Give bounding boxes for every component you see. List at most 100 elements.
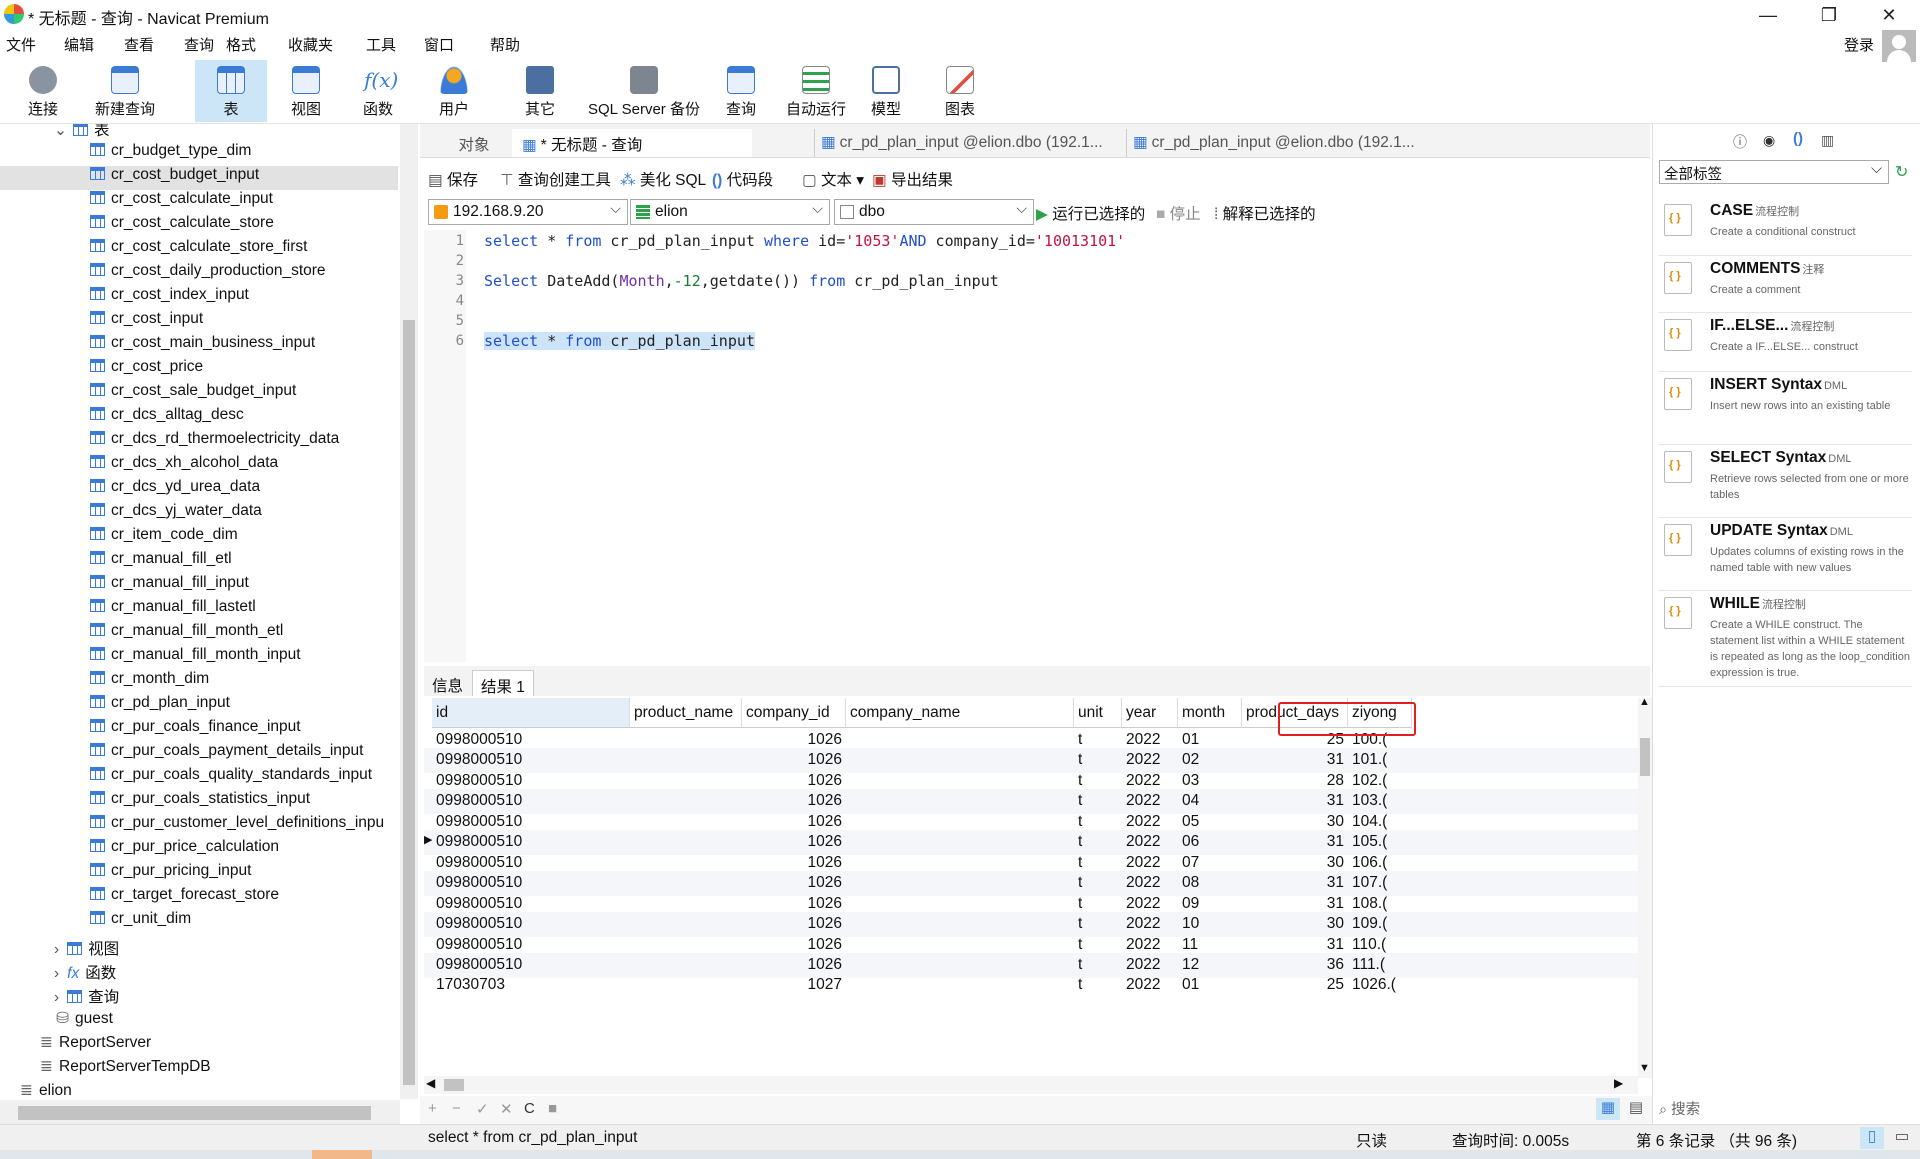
snippet-item[interactable]: CASE流程控制 Create a conditional construct (1658, 198, 1912, 256)
tree-table-item[interactable]: cr_manual_fill_input (90, 574, 249, 598)
snippet-item[interactable]: WHILE流程控制 Create a WHILE construct. The s… (1658, 591, 1912, 687)
tree-table-item[interactable]: cr_cost_sale_budget_input (90, 382, 296, 406)
table-cell[interactable]: 01 (1182, 973, 1242, 998)
table-cell[interactable]: 25 (1246, 973, 1348, 998)
snippet-item[interactable]: SELECT SyntaxDML Retrieve rows selected f… (1658, 445, 1912, 518)
tree-table-item[interactable]: cr_target_forecast_store (90, 886, 279, 910)
toolbar-user-button[interactable]: 用户 (424, 60, 484, 122)
code-line[interactable]: select * from cr_pd_plan_input where id=… (484, 232, 1125, 250)
tree-table-item[interactable]: cr_budget_type_dim (90, 142, 251, 166)
tree-table-item[interactable]: cr_pur_coals_finance_input (90, 718, 301, 742)
scroll-left-icon[interactable]: ◀ (426, 1076, 435, 1090)
table-cell[interactable] (850, 973, 1074, 998)
tree-table-item[interactable]: cr_month_dim (90, 670, 209, 694)
tree-tables-node[interactable]: ⌄ 表 (54, 124, 110, 142)
tree-table-item[interactable]: cr_manual_fill_month_input (90, 646, 301, 670)
snippet-search-input[interactable]: ⌕ 搜索 (1659, 1098, 1909, 1120)
table-cell[interactable] (634, 973, 742, 998)
tab-table-2[interactable]: ▦ cr_pd_plan_input @elion.dbo (192.1... (1126, 129, 1426, 157)
tree-table-item[interactable]: cr_cost_input (90, 310, 203, 334)
menu-query[interactable]: 查询 (184, 34, 214, 55)
add-record-button[interactable]: + (428, 1100, 437, 1117)
preview-icon[interactable]: ◉ (1763, 132, 1775, 149)
code-snippet-button[interactable]: () 代码段 (712, 168, 773, 190)
server-select[interactable]: 192.168.9.20 (428, 199, 628, 225)
tree-table-item[interactable]: cr_dcs_yj_water_data (90, 502, 262, 526)
scrollbar-thumb[interactable] (403, 320, 415, 1085)
snippet-filter-select[interactable]: 全部标签 ⌵ (1659, 160, 1889, 184)
snippet-item[interactable]: IF...ELSE...流程控制 Create a IF...ELSE... co… (1658, 313, 1912, 372)
tab-objects[interactable]: 对象 (434, 129, 514, 157)
tree-table-item[interactable]: cr_pur_coals_quality_standards_input (90, 766, 372, 790)
minimize-icon[interactable]: — (1745, 2, 1791, 28)
tree-table-item[interactable]: cr_manual_fill_month_etl (90, 622, 283, 646)
column-header-id[interactable]: id (432, 698, 630, 728)
grid-horizontal-scrollbar[interactable]: ◀ ▶ (424, 1076, 1638, 1094)
query-builder-button[interactable]: ⊤ 查询创建工具 (500, 168, 611, 190)
menu-edit[interactable]: 编辑 (64, 34, 94, 55)
snippet-item[interactable]: INSERT SyntaxDML Insert new rows into an … (1658, 372, 1912, 445)
tree-schema-node[interactable]: ⛁ guest (56, 1009, 113, 1033)
layout-icon[interactable]: ▥ (1821, 132, 1834, 149)
save-button[interactable]: ▤ 保存 (428, 168, 478, 190)
database-select[interactable]: elion (630, 199, 830, 225)
tree-table-item[interactable]: cr_pur_coals_payment_details_input (90, 742, 363, 766)
text-button[interactable]: ▢ 文本 ▾ (802, 168, 864, 190)
code-line[interactable]: Select DateAdd(Month,-12,getdate()) from… (484, 272, 999, 290)
tree-table-item[interactable]: cr_dcs_rd_thermoelectricity_data (90, 430, 339, 454)
scroll-down-icon[interactable]: ▼ (1639, 1062, 1650, 1074)
apply-changes-button[interactable]: ✓ (476, 1100, 489, 1118)
menu-format[interactable]: 格式 (226, 34, 256, 55)
snippet-item[interactable]: COMMENTS注释Create a comment (1658, 256, 1912, 313)
toolbar-backup-button[interactable]: SQL Server 备份 (582, 60, 706, 122)
scrollbar-thumb[interactable] (18, 1106, 371, 1120)
grid-view-icon[interactable]: ▦ (1596, 1098, 1620, 1120)
table-cell[interactable]: 1026.( (1352, 973, 1412, 998)
tree-table-item[interactable]: cr_item_code_dim (90, 526, 238, 550)
delete-record-button[interactable]: − (452, 1100, 461, 1117)
panel-toggle-icon[interactable]: ▯ (1860, 1127, 1884, 1149)
schema-select[interactable]: dbo (834, 199, 1034, 225)
tree-functions-node[interactable]: › fx 函数 (54, 961, 116, 985)
grid-vertical-scrollbar[interactable]: ▲ ▼ (1638, 696, 1652, 1078)
tree-table-item[interactable]: cr_dcs_alltag_desc (90, 406, 244, 430)
tab-table-1[interactable]: ▦ cr_pd_plan_input @elion.dbo (192.1... (814, 129, 1114, 157)
tree-table-item[interactable]: cr_unit_dim (90, 910, 191, 934)
tree-table-item[interactable]: cr_pur_price_calculation (90, 838, 279, 862)
scrollbar-thumb[interactable] (444, 1079, 464, 1091)
scrollbar-thumb[interactable] (1640, 738, 1650, 776)
stop-button[interactable]: ■ 停止 (1156, 202, 1201, 224)
tree-table-item[interactable]: cr_pur_customer_level_definitions_inpu (90, 814, 384, 838)
tree-table-item[interactable]: cr_dcs_xh_alcohol_data (90, 454, 278, 478)
scroll-up-icon[interactable]: ▲ (1639, 696, 1650, 708)
toolbar-connect-button[interactable]: 连接 (14, 60, 72, 122)
tab-info[interactable]: 信息 (424, 670, 471, 696)
column-header-unit[interactable]: unit (1074, 698, 1122, 728)
tree-table-item[interactable]: cr_dcs_yd_urea_data (90, 478, 260, 502)
explain-selected-button[interactable]: ⁞ 解释已选择的 (1214, 202, 1316, 224)
tree-table-item[interactable]: cr_cost_index_input (90, 286, 249, 310)
tree-table-item[interactable]: cr_manual_fill_lastetl (90, 598, 256, 622)
result-grid[interactable]: id product_name company_id company_name unit… (424, 698, 1638, 1078)
column-header-year[interactable]: year (1122, 698, 1178, 728)
tree-views-node[interactable]: › 视图 (54, 937, 119, 961)
beautify-sql-button[interactable]: ⁂ 美化 SQL (620, 168, 706, 190)
tree-table-item[interactable]: cr_manual_fill_etl (90, 550, 232, 574)
sql-editor[interactable] (424, 230, 1650, 662)
login-link[interactable]: 登录 (1844, 34, 1874, 55)
tree-table-item[interactable]: cr_pd_plan_input (90, 694, 230, 718)
menu-favorites[interactable]: 收藏夹 (288, 34, 333, 55)
export-result-button[interactable]: ▣ 导出结果 (872, 168, 953, 190)
tree-table-item[interactable]: cr_cost_budget_input (0, 166, 398, 190)
run-selected-button[interactable]: ▶ 运行已选择的 (1036, 202, 1145, 224)
form-view-icon[interactable]: ▤ (1624, 1098, 1648, 1120)
menu-view[interactable]: 查看 (124, 34, 154, 55)
tree-table-item[interactable]: cr_cost_daily_production_store (90, 262, 326, 286)
tree-table-item[interactable]: cr_cost_calculate_input (90, 190, 273, 214)
snippet-item[interactable]: UPDATE SyntaxDML Updates columns of exist… (1658, 518, 1912, 591)
tree-queries-node[interactable]: › 查询 (54, 985, 119, 1009)
column-header-company-name[interactable]: company_name (846, 698, 1074, 728)
discard-changes-button[interactable]: ✕ (500, 1100, 513, 1118)
tree-table-item[interactable]: cr_pur_coals_statistics_input (90, 790, 310, 814)
tree-table-item[interactable]: cr_cost_price (90, 358, 203, 382)
